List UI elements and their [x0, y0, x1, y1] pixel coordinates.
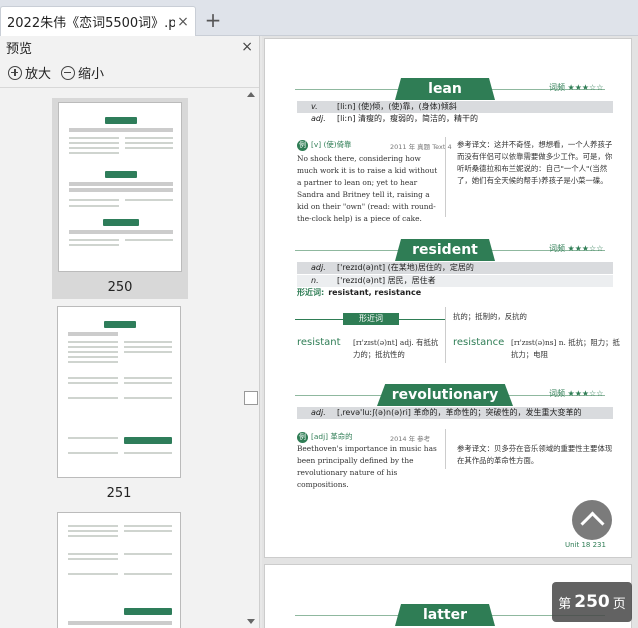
example-source: 2011 年 真题 Text 4 — [390, 143, 452, 151]
scroll-down-icon[interactable] — [247, 619, 255, 624]
synonym-row: 形近词: resistant, resistance — [297, 288, 422, 297]
related-definition: [rɪ'zɪst(ə)nt] adj. 有抵抗力的；抵抗性的 — [353, 338, 439, 359]
example-english: No shock there, considering how much wor… — [297, 154, 438, 223]
thumbnail-image — [58, 102, 182, 272]
example-english: Beethoven's importance in music has been… — [297, 444, 437, 489]
word-banner-resident: resident — [395, 239, 495, 261]
current-page-number: 250 — [574, 592, 610, 612]
tab-close-icon[interactable]: × — [175, 14, 191, 30]
tab-bar: 2022朱伟《恋词5500词》.pdf × + — [0, 0, 638, 36]
word-banner-latter: latter — [395, 604, 495, 626]
example-chinese: 参考译文：这并不奇怪，想想看，一个人养孩子而没有伴侣可以依靠需要做多少工作。可是… — [457, 140, 613, 185]
thumbnail-page-251[interactable]: 251 — [50, 306, 188, 501]
page-indicator: 第 250 页 — [552, 582, 632, 622]
sidebar-header: 预览 × — [0, 36, 259, 58]
related-definition: [rɪ'zɪst(ə)ns] n. 抵抗；阻力；抵抗力；电阻 — [511, 338, 620, 359]
definition-row: adj. ['rezɪd(ə)nt] (在某地)居住的，定居的 — [297, 262, 613, 274]
thumbnail-image — [57, 512, 181, 628]
example-tag: 例 [v] (使)倚靠 — [297, 140, 352, 151]
zoom-out-label: 缩小 — [78, 67, 105, 82]
definition-row: adj. [liːn] 清瘦的，瘦弱的，简洁的，精干的 — [311, 114, 478, 123]
scroll-up-icon[interactable] — [247, 92, 255, 97]
pdf-page: lean 词频 ★★★☆☆ v. [liːn] (使)倾，(使)靠，(身体)倾斜 … — [264, 38, 632, 558]
word-banner-lean: lean — [395, 78, 495, 100]
thumbnail-image — [57, 306, 181, 478]
sidebar-close-icon[interactable]: × — [241, 39, 253, 55]
zoom-in-button[interactable]: 放大 — [8, 63, 51, 82]
pdf-viewer-window: 2022朱伟《恋词5500词》.pdf × + 预览 × 放大 缩小 250 2… — [0, 0, 638, 628]
section-tag: 形近词 — [343, 313, 399, 325]
definition-row: n. ['rezɪd(ə)nt] 居民，居住者 — [297, 275, 613, 287]
example-chinese: 参考译文：贝多芬在音乐领域的重要性主要体现在其作品的革命性方面。 — [457, 444, 613, 465]
thumbnail-page-number: 251 — [106, 486, 132, 501]
example-icon: 例 — [297, 140, 308, 151]
thumbnail-list: 250 251 — [0, 88, 244, 628]
unit-footer: Unit 18 231 — [565, 541, 606, 549]
related-word: resistant — [297, 337, 341, 348]
document-viewer[interactable]: lean 词频 ★★★☆☆ v. [liːn] (使)倾，(使)靠，(身体)倾斜 … — [262, 36, 638, 628]
definition-row: adj. [ˌrevə'luːʃ(ə)n(ə)ri] 革命的，革命性的；突破性的，… — [297, 407, 613, 419]
word-frequency: 词频 ★★★☆☆ — [549, 389, 604, 398]
sidebar-toolbar: 放大 缩小 — [0, 58, 259, 88]
word-banner-revolutionary: revolutionary — [377, 384, 513, 406]
zoom-out-icon — [61, 65, 76, 80]
thumbnail-scrollbar[interactable] — [244, 88, 258, 628]
zoom-in-label: 放大 — [25, 67, 52, 82]
example-icon: 例 — [297, 432, 308, 443]
preview-sidebar: 预览 × 放大 缩小 250 251 — [0, 36, 260, 628]
zoom-in-icon — [8, 65, 22, 80]
document-tab[interactable]: 2022朱伟《恋词5500词》.pdf × — [0, 6, 196, 36]
word-frequency: 词频 ★★★☆☆ — [549, 244, 604, 253]
tab-title: 2022朱伟《恋词5500词》.pdf — [7, 16, 175, 31]
zoom-out-button[interactable]: 缩小 — [61, 63, 104, 82]
thumbnail-page-number: 250 — [107, 280, 133, 295]
sidebar-title: 预览 — [6, 41, 33, 57]
definition-row: v. [liːn] (使)倾，(使)靠，(身体)倾斜 — [297, 101, 613, 113]
sidebar-resize-handle[interactable] — [244, 391, 258, 405]
word-frequency: 词频 ★★★☆☆ — [549, 83, 604, 92]
new-tab-button[interactable]: + — [202, 8, 224, 32]
thumbnail-page-250[interactable]: 250 — [52, 98, 188, 299]
example-source: 2014 年 参考 — [390, 435, 431, 443]
example-tag: 例 [adj] 革命的 — [297, 432, 353, 443]
back-to-top-button[interactable] — [572, 500, 612, 540]
thumbnail-page-252[interactable] — [50, 512, 188, 628]
related-definition-continued: 抗的；抵制的，反抗的 — [453, 312, 527, 321]
related-word: resistance — [453, 337, 505, 348]
